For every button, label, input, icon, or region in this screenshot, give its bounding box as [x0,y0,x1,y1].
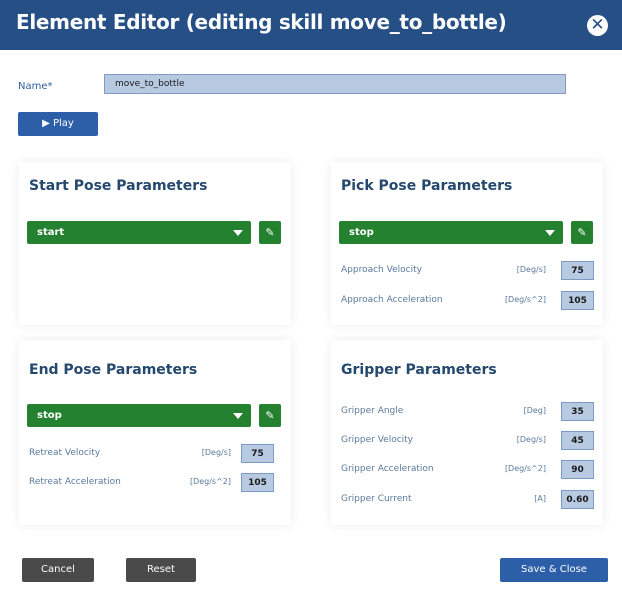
chevron-down-icon [233,413,243,419]
approach-acceleration-unit: [Deg/s^2] [504,295,546,304]
pick-pose-selected: stop [349,227,374,238]
gripper-acceleration-label: Gripper Acceleration [341,464,434,474]
gripper-current-label: Gripper Current [341,494,412,504]
retreat-velocity-input[interactable] [241,444,274,463]
gripper-acceleration-unit: [Deg/s^2] [504,464,546,473]
pencil-icon: ✎ [577,226,587,239]
end-pose-selected: stop [37,410,62,421]
name-label: Name* [18,81,53,92]
name-input[interactable] [104,74,566,94]
approach-velocity-unit: [Deg/s] [516,265,546,274]
gripper-current-input[interactable] [561,490,594,509]
start-pose-panel: Start Pose Parameters start ✎ [19,162,291,325]
play-button[interactable]: ▶ Play [18,112,98,136]
gripper-panel: Gripper Parameters Gripper Angle [Deg] G… [331,340,603,525]
close-icon[interactable]: ✕ [587,15,608,36]
gripper-velocity-label: Gripper Velocity [341,435,414,445]
retreat-velocity-unit: [Deg/s] [201,448,231,457]
gripper-velocity-input[interactable] [561,431,594,450]
pick-pose-title: Pick Pose Parameters [341,178,513,194]
cancel-button[interactable]: Cancel [22,558,94,582]
gripper-angle-unit: [Deg] [523,406,546,415]
start-pose-edit-button[interactable]: ✎ [259,221,281,244]
dialog-title-bar: Element Editor (editing skill move_to_bo… [0,0,622,50]
approach-velocity-input[interactable] [561,261,594,280]
retreat-acceleration-input[interactable] [241,473,274,492]
pencil-icon: ✎ [265,409,275,422]
retreat-acceleration-label: Retreat Acceleration [29,477,121,487]
end-pose-dropdown[interactable]: stop [27,404,251,427]
reset-button[interactable]: Reset [126,558,196,582]
start-pose-selected: start [37,227,65,238]
approach-acceleration-label: Approach Acceleration [341,295,443,305]
dialog-title: Element Editor (editing skill move_to_bo… [16,10,507,34]
gripper-acceleration-input[interactable] [561,460,594,479]
chevron-down-icon [233,230,243,236]
end-pose-title: End Pose Parameters [29,362,198,378]
pencil-icon: ✎ [265,226,275,239]
gripper-angle-label: Gripper Angle [341,406,404,416]
pick-pose-edit-button[interactable]: ✎ [571,221,593,244]
gripper-angle-input[interactable] [561,402,594,421]
gripper-current-unit: [A] [534,494,546,503]
pick-pose-dropdown[interactable]: stop [339,221,563,244]
gripper-velocity-unit: [Deg/s] [516,435,546,444]
approach-acceleration-input[interactable] [561,291,594,310]
retreat-velocity-label: Retreat Velocity [29,448,101,458]
retreat-acceleration-unit: [Deg/s^2] [189,477,231,486]
end-pose-edit-button[interactable]: ✎ [259,404,281,427]
save-close-button[interactable]: Save & Close [500,558,608,582]
start-pose-dropdown[interactable]: start [27,221,251,244]
start-pose-title: Start Pose Parameters [29,178,208,194]
approach-velocity-label: Approach Velocity [341,265,422,275]
gripper-title: Gripper Parameters [341,362,497,378]
pick-pose-panel: Pick Pose Parameters stop ✎ Approach Vel… [331,162,603,325]
end-pose-panel: End Pose Parameters stop ✎ Retreat Veloc… [19,340,291,525]
chevron-down-icon [545,230,555,236]
